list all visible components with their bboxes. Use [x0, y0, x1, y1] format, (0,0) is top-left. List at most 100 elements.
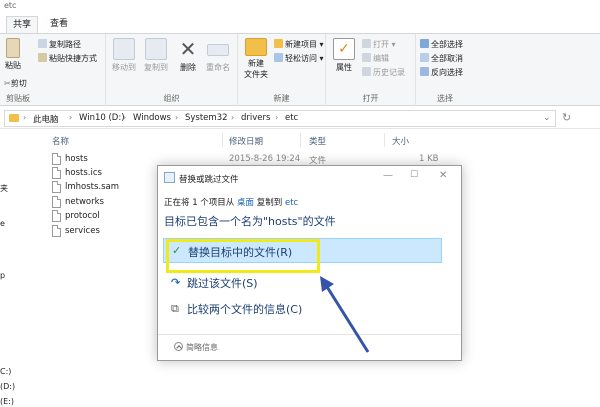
- copy-to-button[interactable]: 复制到: [144, 38, 168, 73]
- file-name: services: [65, 226, 100, 236]
- minimize-icon[interactable]: —: [383, 170, 393, 181]
- annotation-highlight-box: [166, 239, 320, 273]
- source-link[interactable]: 桌面: [237, 198, 254, 208]
- easy-access-icon: [274, 53, 283, 62]
- paste-button[interactable]: 粘贴: [2, 38, 24, 71]
- file-name: hosts.ics: [65, 168, 102, 178]
- move-to-button[interactable]: 移动到: [112, 38, 136, 73]
- breadcrumb-system32[interactable]: System32: [185, 113, 228, 123]
- destination-link[interactable]: etc: [285, 198, 298, 208]
- new-group: 新建 文件夹 新建项目 ▾ 轻松访问 ▾ 新建: [238, 34, 326, 106]
- scissors-icon: ✂: [4, 79, 11, 88]
- open-group: ✓ 属性 打开 ▾ 编辑 历史记录 打开: [326, 34, 416, 106]
- dropdown-arrow-icon: ▾: [389, 40, 396, 49]
- file-row[interactable]: hosts.ics: [52, 166, 152, 180]
- navigation-pane: 夹 e p C:) (D:) (E:): [0, 129, 15, 407]
- file-row[interactable]: lmhosts.sam: [52, 180, 152, 194]
- column-header-type[interactable]: 类型: [309, 135, 326, 147]
- tab-view[interactable]: 查看: [44, 16, 74, 34]
- file-icon: [52, 196, 61, 208]
- nav-item[interactable]: e: [0, 219, 5, 228]
- compare-option[interactable]: ⧉ 比较两个文件的信息(C): [163, 296, 442, 321]
- organize-group-label: 组织: [163, 94, 180, 103]
- easy-access-button[interactable]: 轻松访问 ▾: [274, 53, 324, 65]
- file-row[interactable]: hosts 2015-8-26 19:24 文件 1 KB: [52, 152, 452, 166]
- edit-button[interactable]: 编辑: [362, 53, 389, 65]
- address-bar: › 此电脑 › Win10 (D:) › Windows › System32 …: [0, 107, 600, 129]
- new-item-icon: [274, 39, 283, 48]
- new-folder-button[interactable]: 新建 文件夹: [242, 38, 270, 80]
- select-all-icon: [420, 39, 429, 48]
- column-header-name[interactable]: 名称: [52, 135, 69, 147]
- nav-item[interactable]: C:): [0, 367, 11, 376]
- dialog-title: 替换或跳过文件: [179, 175, 239, 185]
- file-size: 1 KB: [419, 154, 439, 164]
- edit-icon: [362, 53, 371, 62]
- chevron-down-icon[interactable]: ⌄: [543, 113, 551, 123]
- close-icon[interactable]: ✕: [439, 170, 447, 181]
- select-all-button[interactable]: 全部选择: [420, 39, 463, 51]
- chevron-right-icon: ›: [123, 113, 127, 122]
- new-group-label: 新建: [273, 94, 290, 103]
- progress-text: 正在将 1 个项目从 桌面 复制到 etc: [164, 198, 299, 208]
- chevron-up-icon: [174, 342, 183, 351]
- column-header-modified[interactable]: 修改日期: [229, 135, 263, 147]
- scrollbar[interactable]: [596, 129, 600, 407]
- breadcrumb-drive[interactable]: Win10 (D:): [79, 113, 125, 123]
- rename-button[interactable]: 重命名: [204, 38, 232, 73]
- conflict-message: 目标已包含一个名为"hosts"的文件: [164, 215, 336, 228]
- maximize-icon[interactable]: ☐: [410, 170, 418, 180]
- select-none-button[interactable]: 全部取消: [420, 53, 463, 65]
- fewer-details-toggle[interactable]: 简略信息: [174, 342, 218, 353]
- cut-button[interactable]: ✂剪切: [4, 78, 27, 90]
- clipboard-group: 粘贴 复制路径 粘贴快捷方式 ✂剪切 剪贴板: [0, 34, 106, 106]
- breadcrumb-etc[interactable]: etc: [285, 113, 298, 123]
- ribbon: 粘贴 复制路径 粘贴快捷方式 ✂剪切 剪贴板 移动到 复制到 ✕ 删除 重命名: [0, 33, 600, 106]
- file-name: lmhosts.sam: [65, 182, 120, 192]
- compare-icon: ⧉: [171, 302, 179, 315]
- history-icon: [362, 67, 371, 76]
- dialog-app-icon: [164, 172, 175, 183]
- chevron-right-icon: ›: [231, 113, 235, 122]
- nav-item[interactable]: (D:): [0, 382, 15, 391]
- column-divider[interactable]: [222, 133, 223, 147]
- open-button[interactable]: 打开 ▾: [362, 39, 396, 51]
- nav-item[interactable]: p: [0, 271, 5, 280]
- address-box[interactable]: › 此电脑 › Win10 (D:) › Windows › System32 …: [4, 110, 556, 127]
- paste-shortcut-button[interactable]: 粘贴快捷方式: [38, 53, 97, 65]
- move-to-icon: [113, 38, 135, 60]
- column-header-size[interactable]: 大小: [392, 135, 409, 147]
- file-icon: [52, 153, 61, 165]
- chevron-right-icon: ›: [23, 113, 27, 122]
- properties-check-icon: ✓: [333, 38, 355, 60]
- file-icon: [52, 210, 61, 222]
- invert-selection-button[interactable]: 反向选择: [420, 67, 463, 79]
- skip-option[interactable]: ↷ 跳过该文件(S): [163, 270, 442, 295]
- refresh-icon[interactable]: ↻: [562, 111, 571, 124]
- open-group-label: 打开: [362, 94, 379, 103]
- properties-button[interactable]: ✓ 属性: [332, 38, 356, 73]
- breadcrumb-this-pc[interactable]: 此电脑: [33, 113, 59, 125]
- delete-button[interactable]: ✕ 删除: [176, 38, 200, 73]
- arrow-head: [320, 276, 334, 292]
- column-divider[interactable]: [300, 133, 301, 147]
- file-row[interactable]: networks: [52, 195, 152, 209]
- nav-item[interactable]: (E:): [0, 397, 14, 406]
- folder-icon: [9, 114, 19, 122]
- breadcrumb-drivers[interactable]: drivers: [241, 113, 270, 123]
- nav-item[interactable]: 夹: [0, 183, 8, 194]
- file-row[interactable]: protocol: [52, 209, 152, 223]
- arrow-shaft: [322, 281, 370, 353]
- new-item-button[interactable]: 新建项目 ▾: [274, 39, 324, 51]
- file-icon: [52, 181, 61, 193]
- paste-icon: [6, 38, 20, 58]
- file-row[interactable]: services: [52, 224, 152, 238]
- column-divider[interactable]: [384, 133, 385, 147]
- copy-path-button[interactable]: 复制路径: [38, 39, 81, 51]
- history-button[interactable]: 历史记录: [362, 67, 405, 79]
- select-group: 全部选择 全部取消 反向选择 选择: [416, 34, 474, 106]
- title-bar: etc: [0, 0, 600, 14]
- tab-share[interactable]: 共享: [6, 16, 39, 34]
- breadcrumb-windows[interactable]: Windows: [133, 113, 171, 123]
- paste-shortcut-icon: [38, 53, 47, 62]
